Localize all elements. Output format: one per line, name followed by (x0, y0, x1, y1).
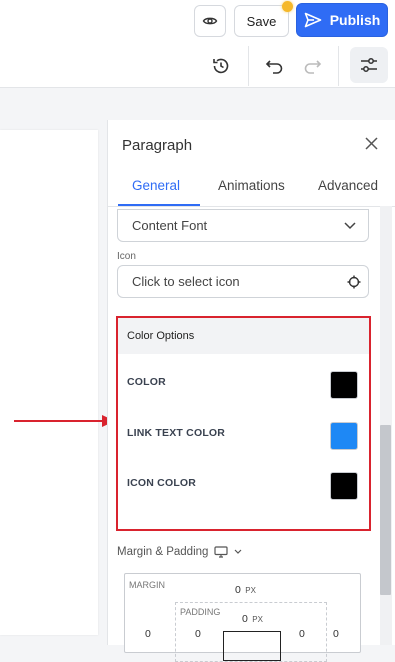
margin-padding-header[interactable]: Margin & Padding (117, 546, 242, 558)
box-model-editor: MARGIN 0 PX PADDING 0 PX 0 0 0 0 (124, 573, 361, 662)
chevron-down-icon (344, 222, 356, 230)
margin-top-value[interactable]: 0 PX (235, 580, 256, 598)
icon-label: Icon (117, 251, 136, 262)
link-text-color-label: LINK TEXT COLOR (127, 427, 226, 439)
unsaved-indicator-dot (282, 1, 293, 12)
save-label: Save (246, 13, 277, 29)
color-options-section: Color Options COLOR LINK TEXT COLOR ICON… (116, 316, 371, 531)
toolbar-divider (248, 46, 249, 86)
desktop-icon (214, 546, 229, 558)
chevron-down-icon (234, 549, 242, 554)
color-swatch[interactable] (330, 371, 358, 399)
send-icon (304, 12, 322, 28)
history-button[interactable] (211, 56, 231, 76)
icon-color-label: ICON COLOR (127, 477, 197, 489)
settings-toggle-button[interactable] (350, 47, 388, 83)
link-text-color-swatch[interactable] (330, 422, 358, 450)
page-preview-card[interactable] (0, 130, 98, 635)
tabs-divider (108, 206, 395, 207)
padding-left-value[interactable]: 0 (195, 628, 201, 640)
icon-placeholder: Click to select icon (132, 274, 240, 289)
icon-picker-field[interactable]: Click to select icon (117, 265, 369, 298)
publish-label: Publish (329, 12, 381, 28)
crosshair-icon (347, 275, 361, 289)
history-icon (213, 58, 229, 74)
close-panel-button[interactable] (362, 134, 382, 154)
preview-button[interactable] (194, 5, 226, 37)
sliders-icon (361, 58, 377, 72)
margin-label: MARGIN (129, 580, 165, 590)
save-button[interactable]: Save (234, 5, 289, 37)
top-toolbar: Save Publish (0, 0, 395, 88)
redo-button[interactable] (302, 57, 322, 75)
undo-icon (265, 60, 283, 74)
tab-animations[interactable]: Animations (218, 178, 285, 193)
panel-scrollbar-thumb[interactable] (380, 425, 391, 595)
margin-right-value[interactable]: 0 (333, 628, 339, 640)
content-box (223, 631, 281, 661)
undo-button[interactable] (265, 57, 285, 75)
font-select[interactable]: Content Font (117, 209, 369, 242)
panel-title: Paragraph (122, 137, 193, 154)
margin-left-value[interactable]: 0 (145, 628, 151, 640)
icon-color-swatch[interactable] (330, 472, 358, 500)
font-select-value: Content Font (132, 218, 208, 233)
publish-button[interactable]: Publish (296, 3, 388, 37)
annotation-arrow (14, 420, 104, 422)
padding-label: PADDING (180, 607, 221, 617)
settings-panel: Paragraph General Animations Advanced Co… (107, 120, 395, 662)
color-options-title: Color Options (118, 318, 369, 354)
toolbar-divider (338, 46, 339, 86)
tab-advanced[interactable]: Advanced (318, 178, 378, 193)
tab-general[interactable]: General (132, 178, 180, 193)
margin-padding-title: Margin & Padding (117, 546, 209, 558)
padding-top-value[interactable]: 0 PX (242, 609, 263, 627)
redo-icon (304, 60, 322, 74)
color-label: COLOR (127, 376, 166, 388)
close-icon (365, 137, 378, 150)
eye-icon (202, 17, 218, 25)
padding-right-value[interactable]: 0 (299, 628, 305, 640)
